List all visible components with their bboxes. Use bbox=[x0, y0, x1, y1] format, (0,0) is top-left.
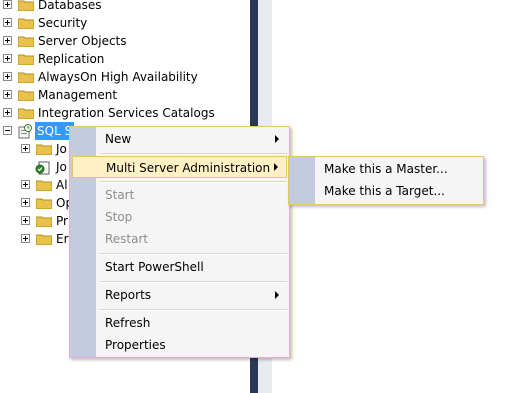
folder-icon bbox=[36, 234, 52, 245]
menu-separator bbox=[100, 253, 287, 255]
menu-item-multi-server-administration[interactable]: Multi Server Administration bbox=[72, 156, 287, 178]
expand-icon[interactable] bbox=[21, 180, 30, 189]
menu-item-label: Make this a Master... bbox=[324, 162, 448, 176]
menu-separator bbox=[100, 309, 287, 311]
tree-node-label: Server Objects bbox=[38, 34, 127, 48]
menu-item-new[interactable]: New bbox=[70, 128, 289, 150]
tree-node-label: Jo bbox=[56, 142, 67, 156]
menu-item-properties[interactable]: Properties bbox=[70, 334, 289, 356]
menu-separator bbox=[100, 281, 287, 283]
folder-icon bbox=[36, 198, 52, 209]
menu-item-stop[interactable]: Stop bbox=[70, 206, 289, 228]
menu-item-restart[interactable]: Restart bbox=[70, 228, 289, 250]
submenu-arrow-icon bbox=[274, 163, 278, 171]
expand-icon[interactable] bbox=[3, 54, 12, 63]
expand-icon[interactable] bbox=[3, 108, 12, 117]
expand-icon[interactable] bbox=[3, 90, 12, 99]
folder-icon bbox=[18, 18, 34, 29]
tree-node-label: Databases bbox=[38, 0, 102, 12]
menu-item-label: Properties bbox=[105, 338, 166, 352]
tree-node-label: Management bbox=[38, 88, 118, 102]
expand-icon[interactable] bbox=[21, 198, 30, 207]
menu-item-label: Stop bbox=[105, 210, 133, 224]
job-activity-icon bbox=[35, 161, 50, 175]
folder-icon bbox=[36, 144, 52, 155]
submenu-arrow-icon bbox=[275, 135, 279, 143]
menu-item-start-powershell[interactable]: Start PowerShell bbox=[70, 256, 289, 278]
folder-icon bbox=[18, 0, 34, 11]
menu-item-label: Reports bbox=[105, 288, 152, 302]
folder-icon bbox=[18, 36, 34, 47]
menu-item-refresh[interactable]: Refresh bbox=[70, 312, 289, 334]
menu-item-label: Refresh bbox=[105, 316, 151, 330]
menu-separator bbox=[100, 181, 287, 183]
folder-icon bbox=[18, 90, 34, 101]
folder-icon bbox=[36, 216, 52, 227]
tree-node-label: Security bbox=[38, 16, 88, 30]
submenu-arrow-icon bbox=[275, 291, 279, 299]
folder-icon bbox=[36, 180, 52, 191]
sql-agent-icon bbox=[18, 124, 32, 139]
menu-item-label: New bbox=[105, 132, 132, 146]
tree-node-label: Al bbox=[56, 178, 68, 192]
expand-icon[interactable] bbox=[3, 72, 12, 81]
menu-item-label: Start bbox=[105, 188, 135, 202]
folder-icon bbox=[18, 108, 34, 119]
expand-icon[interactable] bbox=[21, 216, 30, 225]
multi-server-submenu: Make this a Master... Make this a Target… bbox=[288, 156, 484, 205]
menu-item-start[interactable]: Start bbox=[70, 184, 289, 206]
tree-node-label: Jo bbox=[56, 160, 67, 174]
tree-node-label: Replication bbox=[38, 52, 105, 66]
collapse-icon[interactable] bbox=[3, 126, 12, 135]
menu-item-label: Start PowerShell bbox=[105, 260, 204, 274]
folder-icon bbox=[18, 72, 34, 83]
menu-separator bbox=[100, 153, 287, 155]
expand-icon[interactable] bbox=[21, 144, 30, 153]
expand-icon[interactable] bbox=[3, 18, 12, 27]
menu-item-label: Make this a Target... bbox=[324, 184, 445, 198]
menu-item-make-master[interactable]: Make this a Master... bbox=[289, 158, 483, 180]
expand-icon[interactable] bbox=[21, 234, 30, 243]
menu-item-label: Multi Server Administration bbox=[106, 161, 271, 175]
tree-node-label: Pr bbox=[56, 214, 68, 228]
tree-node-label: AlwaysOn High Availability bbox=[38, 70, 198, 84]
menu-item-label: Restart bbox=[105, 232, 149, 246]
context-menu: New Multi Server Administration Start St… bbox=[69, 126, 290, 358]
folder-icon bbox=[18, 54, 34, 65]
tree-node-label: Integration Services Catalogs bbox=[38, 106, 215, 120]
expand-icon[interactable] bbox=[3, 36, 12, 45]
menu-item-make-target[interactable]: Make this a Target... bbox=[289, 180, 483, 202]
expand-icon[interactable] bbox=[3, 0, 12, 9]
menu-item-reports[interactable]: Reports bbox=[70, 284, 289, 306]
